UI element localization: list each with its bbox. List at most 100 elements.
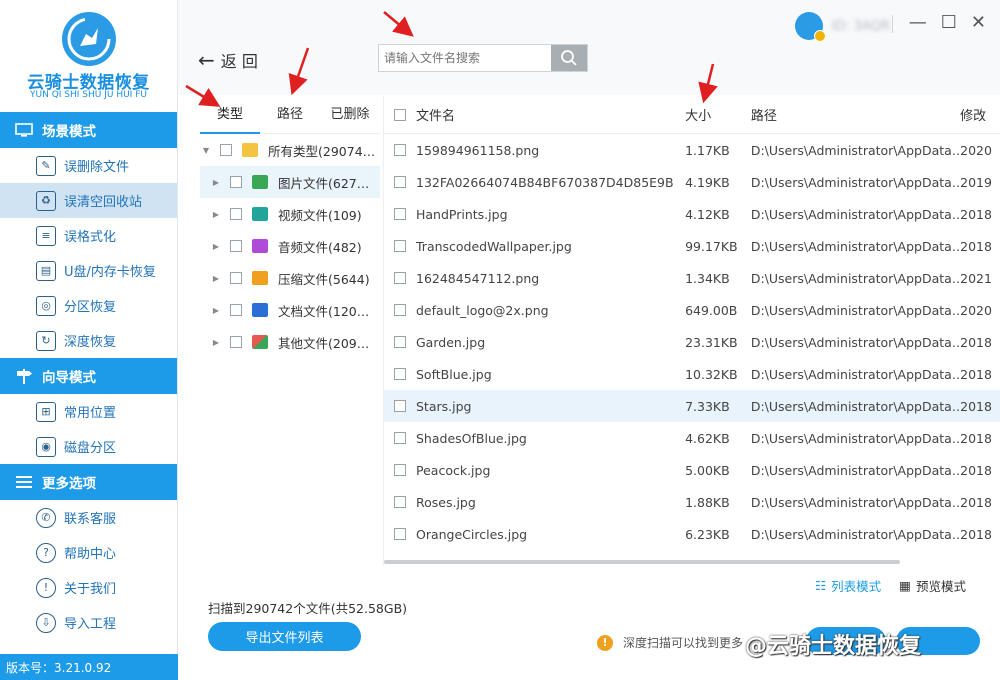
tree-node-videos[interactable]: ▶ 视频文件(109) — [200, 198, 380, 230]
checkbox[interactable] — [230, 336, 242, 348]
column-path[interactable]: 路径 — [751, 105, 960, 124]
type-tree-panel: 类型 路径 已删除 ▼ 所有类型(29074… ▶ 图片文件(627… ▶ 视频… — [200, 96, 380, 566]
row-checkbox[interactable] — [394, 464, 406, 476]
search-button[interactable] — [551, 45, 587, 71]
file-size: 6.23KB — [685, 526, 730, 542]
minimize-icon[interactable]: — — [909, 12, 927, 33]
checkbox[interactable] — [230, 272, 242, 284]
expand-right-icon[interactable]: ▶ — [210, 306, 222, 315]
table-row[interactable]: Stars.jpg 7.33KB D:\Users\Administrator\Ap… — [384, 390, 1000, 422]
table-row[interactable]: 162484547112.png 1.34KB D:\Users\Administr… — [384, 262, 1000, 294]
nav-about-us[interactable]: ! 关于我们 — [0, 570, 177, 605]
format-disk-icon: ≡ — [36, 225, 56, 246]
export-list-button[interactable]: 导出文件列表 — [208, 622, 361, 651]
nav-contact-support[interactable]: ✆ 联系客服 — [0, 500, 177, 535]
section-wizard-mode[interactable]: 向导模式 — [0, 358, 177, 394]
tree-node-documents[interactable]: ▶ 文档文件(120… — [200, 294, 380, 326]
user-area[interactable]: ID: 3AQR — [795, 12, 890, 42]
maximize-icon[interactable]: ☐ — [941, 12, 957, 33]
column-size[interactable]: 大小 — [673, 105, 751, 124]
column-modified[interactable]: 修改 — [960, 105, 1000, 124]
tree-node-audio[interactable]: ▶ 音频文件(482) — [200, 230, 380, 262]
tree-node-label: 其他文件(209… — [278, 335, 370, 351]
expand-down-icon[interactable]: ▼ — [200, 146, 212, 155]
row-checkbox[interactable] — [394, 496, 406, 508]
preview-mode-button[interactable]: ▦ 预览模式 — [899, 576, 966, 595]
nav-recycle-bin[interactable]: ♻ 误清空回收站 — [0, 183, 177, 218]
horizontal-scrollbar[interactable] — [384, 560, 900, 564]
section-scene-mode[interactable]: 场景模式 — [0, 112, 177, 148]
table-row[interactable]: TranscodedWallpaper.jpg 99.17KB D:\Users\A… — [384, 230, 1000, 262]
nav-import-project[interactable]: ⇩ 导入工程 — [0, 605, 177, 640]
row-checkbox[interactable] — [394, 432, 406, 444]
nav-label: 误清空回收站 — [64, 195, 143, 210]
table-row[interactable]: default_logo@2x.png 649.00B D:\Users\Admin… — [384, 294, 1000, 326]
table-row[interactable]: SoftBlue.jpg 10.32KB D:\Users\Administrato… — [384, 358, 1000, 390]
row-checkbox[interactable] — [394, 176, 406, 188]
file-path: D:\Users\Administrator\AppData… — [750, 494, 961, 510]
back-button[interactable]: ← 返 回 — [198, 48, 258, 72]
nav-label: U盘/内存卡恢复 — [64, 265, 156, 280]
column-name[interactable]: 文件名 — [384, 105, 673, 124]
tab-type[interactable]: 类型 — [200, 96, 260, 134]
table-row[interactable]: ShadesOfBlue.jpg 4.62KB D:\Users\Administr… — [384, 422, 1000, 454]
section-more-options[interactable]: 更多选项 — [0, 464, 177, 500]
checkbox[interactable] — [230, 176, 242, 188]
checkbox[interactable] — [230, 304, 242, 316]
tree-node-all-types[interactable]: ▼ 所有类型(29074… — [200, 134, 380, 166]
nav-deleted-files[interactable]: ✎ 误删除文件 — [0, 148, 177, 183]
row-checkbox[interactable] — [394, 272, 406, 284]
row-checkbox[interactable] — [394, 336, 406, 348]
checkbox[interactable] — [220, 144, 232, 156]
tab-path[interactable]: 路径 — [260, 96, 320, 134]
table-row[interactable]: 159894961158.png 1.17KB D:\Users\Administr… — [384, 134, 1000, 166]
table-row[interactable]: Garden.jpg 23.31KB D:\Users\Administrator\… — [384, 326, 1000, 358]
nav-partition[interactable]: ◎ 分区恢复 — [0, 288, 177, 323]
file-name: OrangeCircles.jpg — [416, 526, 528, 542]
row-checkbox[interactable] — [394, 400, 406, 412]
checkbox[interactable] — [230, 240, 242, 252]
nav-usb-card[interactable]: ▤ U盘/内存卡恢复 — [0, 253, 177, 288]
file-modified: 2020 — [960, 142, 992, 158]
expand-right-icon[interactable]: ▶ — [210, 210, 222, 219]
file-modified: 2018 — [960, 366, 992, 382]
row-checkbox[interactable] — [394, 368, 406, 380]
row-checkbox[interactable] — [394, 240, 406, 252]
expand-right-icon[interactable]: ▶ — [210, 242, 222, 251]
folder-icon — [242, 143, 258, 157]
select-all-checkbox[interactable] — [394, 108, 406, 121]
row-checkbox[interactable] — [394, 208, 406, 220]
tree-node-others[interactable]: ▶ 其他文件(209… — [200, 326, 380, 358]
nav-common-locations[interactable]: ⊞ 常用位置 — [0, 394, 177, 429]
nav-deep-recovery[interactable]: ↻ 深度恢复 — [0, 323, 177, 358]
checkbox[interactable] — [230, 208, 242, 220]
file-name: SoftBlue.jpg — [416, 366, 492, 382]
file-name-cell: Roses.jpg — [384, 495, 673, 510]
vip-badge-icon — [814, 30, 827, 42]
file-name: 159894961158.png — [416, 142, 540, 158]
tree-node-archives[interactable]: ▶ 压缩文件(5644) — [200, 262, 380, 294]
table-row[interactable]: Roses.jpg 1.88KB D:\Users\Administrator\Ap… — [384, 486, 1000, 518]
table-row[interactable]: OrangeCircles.jpg 6.23KB D:\Users\Administ… — [384, 518, 1000, 550]
expand-right-icon[interactable]: ▶ — [210, 274, 222, 283]
search-input[interactable] — [379, 45, 551, 71]
tab-deleted[interactable]: 已删除 — [320, 96, 380, 134]
row-checkbox[interactable] — [394, 528, 406, 540]
tree-node-label: 压缩文件(5644) — [278, 271, 370, 287]
table-row[interactable]: HandPrints.jpg 4.12KB D:\Users\Administrat… — [384, 198, 1000, 230]
nav-formatted[interactable]: ≡ 误格式化 — [0, 218, 177, 253]
expand-right-icon[interactable]: ▶ — [210, 338, 222, 347]
table-row[interactable]: 132FA02664074B84BF670387D4D85E9B.ico 4.19… — [384, 166, 1000, 198]
expand-right-icon[interactable]: ▶ — [210, 178, 222, 187]
row-checkbox[interactable] — [394, 304, 406, 316]
file-size: 649.00B — [685, 302, 738, 318]
partition-icon: ◎ — [36, 295, 56, 316]
nav-help-center[interactable]: ? 帮助中心 — [0, 535, 177, 570]
table-row[interactable]: Peacock.jpg 5.00KB D:\Users\Administrator\… — [384, 454, 1000, 486]
file-size: 4.19KB — [685, 174, 730, 190]
close-icon[interactable]: ✕ — [971, 12, 986, 33]
nav-disk-partition[interactable]: ◉ 磁盘分区 — [0, 429, 177, 464]
row-checkbox[interactable] — [394, 144, 406, 156]
list-mode-button[interactable]: ☷ 列表模式 — [815, 576, 881, 595]
tree-node-images[interactable]: ▶ 图片文件(627… — [200, 166, 380, 198]
